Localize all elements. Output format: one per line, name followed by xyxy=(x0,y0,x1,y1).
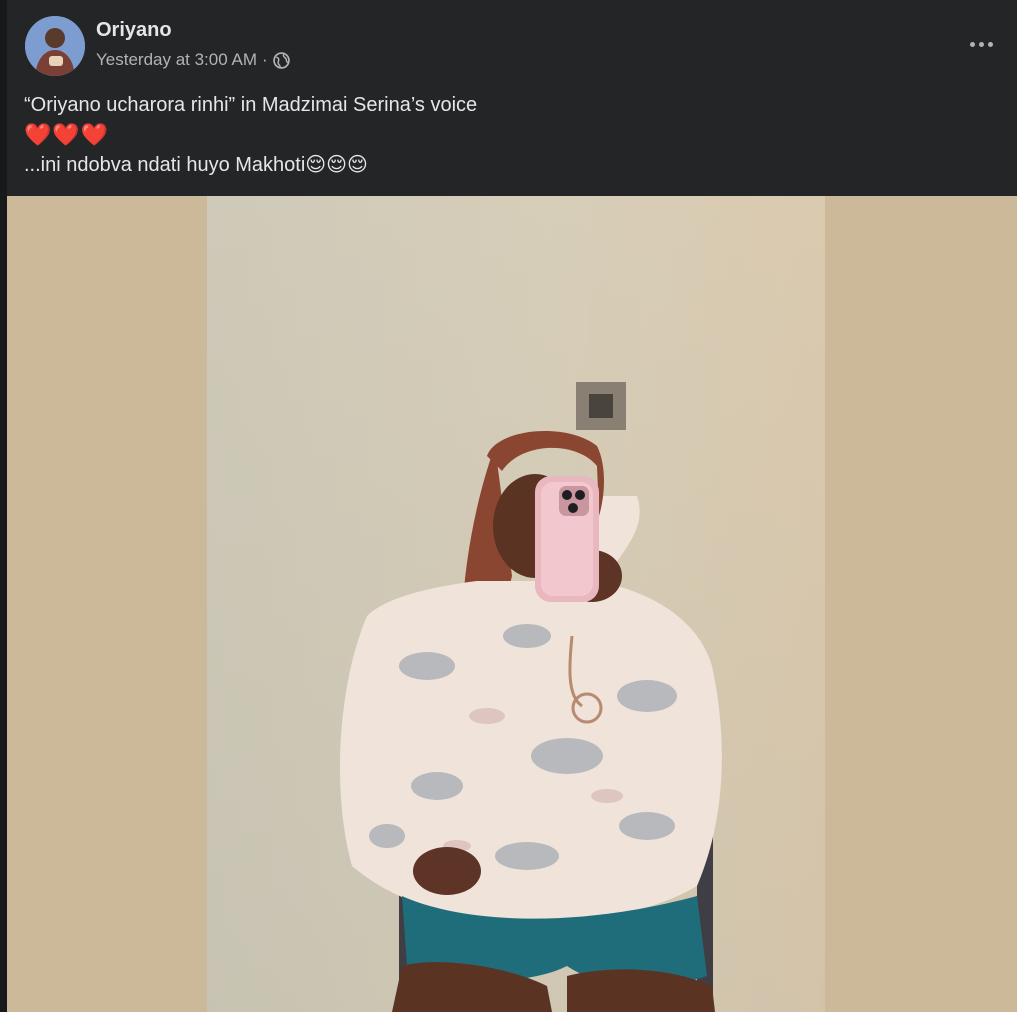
more-options-icon[interactable] xyxy=(965,30,997,58)
post-photo[interactable] xyxy=(7,196,1017,1012)
globe-icon[interactable] xyxy=(272,51,290,69)
post-meta: Yesterday at 3:00 AM · xyxy=(96,50,290,70)
post-text-line: ...ini ndobva ndati huyo Makhoti😌😌😌 xyxy=(24,154,368,176)
post-timestamp[interactable]: Yesterday at 3:00 AM xyxy=(96,50,257,70)
post-text: “Oriyano ucharora rinhi” in Madzimai Ser… xyxy=(24,90,1004,180)
post-text-line: “Oriyano ucharora rinhi” in Madzimai Ser… xyxy=(24,94,478,116)
post-text-line: ❤️❤️❤️ xyxy=(24,122,110,147)
author-name[interactable]: Oriyano xyxy=(96,19,172,42)
photo-image xyxy=(7,196,1017,1012)
author-avatar[interactable] xyxy=(25,16,85,76)
feed-post: Oriyano Yesterday at 3:00 AM · “Oriyano … xyxy=(7,0,1017,1012)
meta-separator: · xyxy=(261,50,268,69)
avatar-image xyxy=(25,16,85,76)
post-header: Oriyano Yesterday at 3:00 AM · xyxy=(7,0,1017,82)
